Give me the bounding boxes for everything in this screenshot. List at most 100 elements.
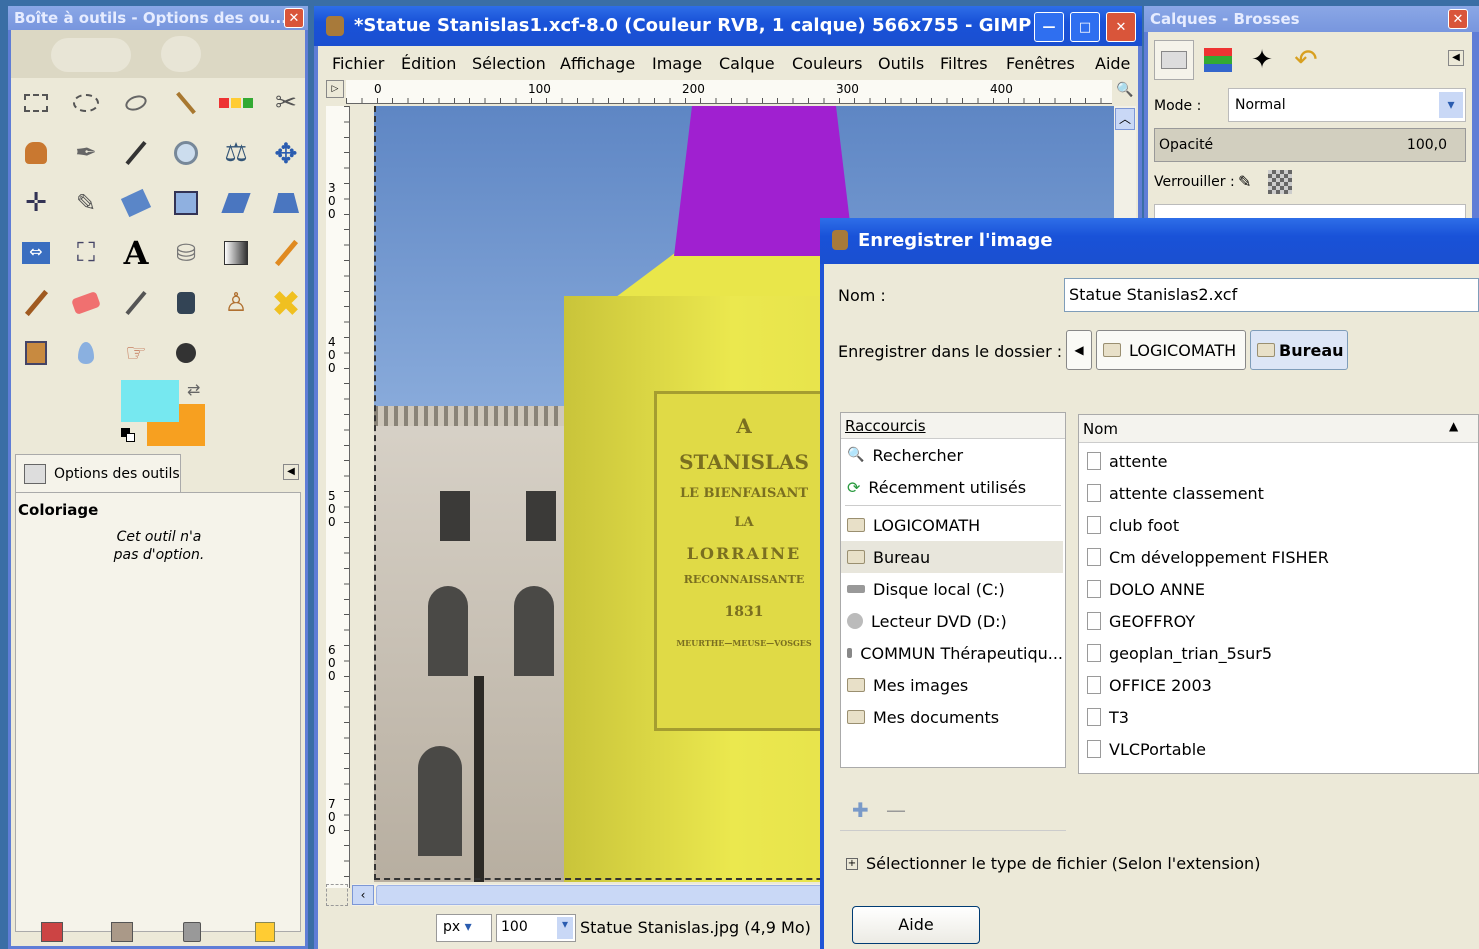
toolbox-close-button[interactable]: ✕ (284, 8, 304, 28)
file-row[interactable]: VLCPortable (1079, 733, 1478, 765)
magic-wand-icon[interactable] (167, 84, 205, 122)
perspective-clone-icon[interactable] (17, 334, 55, 372)
clone-icon[interactable]: ♙ (217, 284, 255, 322)
menu-outils[interactable]: Outils (878, 54, 924, 73)
menu-image[interactable]: Image (652, 54, 702, 73)
dock-menu-button[interactable]: ◀ (1448, 50, 1464, 66)
shortcut-mes-images[interactable]: Mes images (841, 669, 1063, 701)
text-icon[interactable]: A (117, 234, 155, 272)
remove-bookmark-icon[interactable]: — (886, 798, 906, 822)
zoom-select[interactable]: 100 ▾ (496, 914, 576, 942)
vertical-ruler[interactable]: 300 400 500 600 700 (326, 106, 350, 888)
shortcut-mes-documents[interactable]: Mes documents (841, 701, 1063, 733)
ruler-corner[interactable]: ▷ (326, 80, 344, 98)
shortcut-commun[interactable]: COMMUN Thérapeutiqu... (841, 637, 1063, 669)
menu-fenetres[interactable]: Fenêtres (1006, 54, 1075, 73)
color-picker-icon[interactable] (117, 134, 155, 172)
zoom-nav-icon[interactable]: 🔍 (1116, 82, 1134, 100)
gradient-icon[interactable] (217, 234, 255, 272)
scroll-up-button[interactable]: ︿ (1115, 108, 1135, 130)
scale-icon[interactable] (167, 184, 205, 222)
menu-calque[interactable]: Calque (719, 54, 775, 73)
image-titlebar[interactable]: *Statue Stanislas1.xcf-8.0 (Couleur RVB,… (314, 6, 1142, 46)
lasso-icon[interactable] (117, 84, 155, 122)
smudge-icon[interactable]: ☞ (117, 334, 155, 372)
measure-icon[interactable]: ⚖ (217, 134, 255, 172)
opacity-slider[interactable]: Opacité 100,0 (1154, 128, 1466, 162)
airbrush-icon[interactable] (117, 284, 155, 322)
reset-options-icon[interactable] (255, 922, 275, 942)
paths-icon[interactable]: ✒ (67, 134, 105, 172)
file-type-expander[interactable]: + Sélectionner le type de fichier (Selon… (846, 854, 1260, 873)
menu-aide[interactable]: Aide (1095, 54, 1130, 73)
maximize-button[interactable]: □ (1070, 12, 1100, 42)
tool-options-menu-button[interactable]: ◀ (283, 464, 299, 480)
blur-icon[interactable] (67, 334, 105, 372)
scissors-icon[interactable]: ✂ (267, 84, 305, 122)
rect-select-icon[interactable] (17, 84, 55, 122)
swap-colors-icon[interactable]: ⇄ (187, 380, 200, 399)
scroll-left-button[interactable]: ‹ (352, 885, 374, 905)
shortcut-disque-c[interactable]: Disque local (C:) (841, 573, 1063, 605)
menu-selection[interactable]: Sélection (472, 54, 546, 73)
menu-couleurs[interactable]: Couleurs (792, 54, 862, 73)
file-row[interactable]: attente (1079, 445, 1478, 477)
crumb-back-button[interactable]: ◀ (1066, 330, 1092, 370)
select-by-color-icon[interactable] (217, 84, 255, 122)
layers-close-button[interactable]: ✕ (1448, 9, 1468, 29)
paintbrush-icon[interactable] (17, 284, 55, 322)
horizontal-ruler[interactable]: 0 100 200 300 400 (346, 80, 1112, 104)
shortcut-recent[interactable]: ⟳ Récemment utilisés (841, 471, 1063, 503)
pencil-icon[interactable] (267, 234, 305, 272)
menu-edition[interactable]: Édition (401, 54, 456, 73)
minimize-button[interactable]: — (1034, 12, 1064, 42)
perspective-icon[interactable] (267, 184, 305, 222)
undo-history-tab-icon[interactable]: ↶ (1286, 40, 1326, 80)
file-row[interactable]: GEOFFROY (1079, 605, 1478, 637)
menu-fichier[interactable]: Fichier (332, 54, 384, 73)
foreground-color-swatch[interactable] (121, 380, 179, 422)
file-row[interactable]: attente classement (1079, 477, 1478, 509)
crop-icon[interactable]: ✎ (67, 184, 105, 222)
restore-options-icon[interactable] (111, 922, 133, 942)
file-row[interactable]: OFFICE 2003 (1079, 669, 1478, 701)
filename-input[interactable]: Statue Stanislas2.xcf (1064, 278, 1479, 312)
paths-tab-icon[interactable]: ✦ (1242, 40, 1282, 80)
quickmask-toggle[interactable] (326, 884, 348, 906)
save-options-icon[interactable] (41, 922, 63, 942)
crumb-bureau[interactable]: Bureau (1250, 330, 1348, 370)
menu-filtres[interactable]: Filtres (940, 54, 988, 73)
file-row[interactable]: T3 (1079, 701, 1478, 733)
cage-icon[interactable]: ⛶ (67, 234, 105, 272)
add-bookmark-icon[interactable]: ✚ (852, 798, 869, 822)
rotate-icon[interactable] (117, 184, 155, 222)
ink-icon[interactable] (167, 284, 205, 322)
align-icon[interactable]: ✛ (17, 184, 55, 222)
heal-icon[interactable] (267, 284, 305, 322)
foreground-select-icon[interactable] (17, 134, 55, 172)
flip-icon[interactable]: ⇔ (17, 234, 55, 272)
default-colors-icon[interactable] (121, 428, 135, 442)
shortcuts-header[interactable]: Raccourcis (841, 413, 1065, 439)
layers-titlebar[interactable]: Calques - Brosses (1144, 6, 1479, 32)
file-list-header[interactable]: Nom ▲ (1079, 415, 1478, 443)
eraser-icon[interactable] (67, 284, 105, 322)
move-icon[interactable]: ✥ (267, 134, 305, 172)
shortcut-rechercher[interactable]: 🔍 Rechercher (841, 439, 1063, 471)
save-dialog-titlebar[interactable]: Enregistrer l'image (820, 218, 1479, 264)
shear-icon[interactable] (217, 184, 255, 222)
file-row[interactable]: club foot (1079, 509, 1478, 541)
shortcut-bureau[interactable]: Bureau (841, 541, 1063, 573)
lock-pixels-icon[interactable]: ✎ (1238, 172, 1258, 192)
file-row[interactable]: geoplan_trian_5sur5 (1079, 637, 1478, 669)
layers-tab-icon[interactable] (1154, 40, 1194, 80)
shortcut-dvd[interactable]: Lecteur DVD (D:) (841, 605, 1063, 637)
mode-select[interactable]: Normal ▾ (1228, 88, 1466, 122)
help-button[interactable]: Aide (852, 906, 980, 944)
tool-options-tab[interactable]: Options des outils (15, 454, 181, 492)
bucket-fill-icon[interactable]: ⛁ (167, 234, 205, 272)
zoom-icon[interactable] (167, 134, 205, 172)
channels-tab-icon[interactable] (1198, 40, 1238, 80)
ellipse-select-icon[interactable] (67, 84, 105, 122)
unit-select[interactable]: px ▾ (436, 914, 492, 942)
